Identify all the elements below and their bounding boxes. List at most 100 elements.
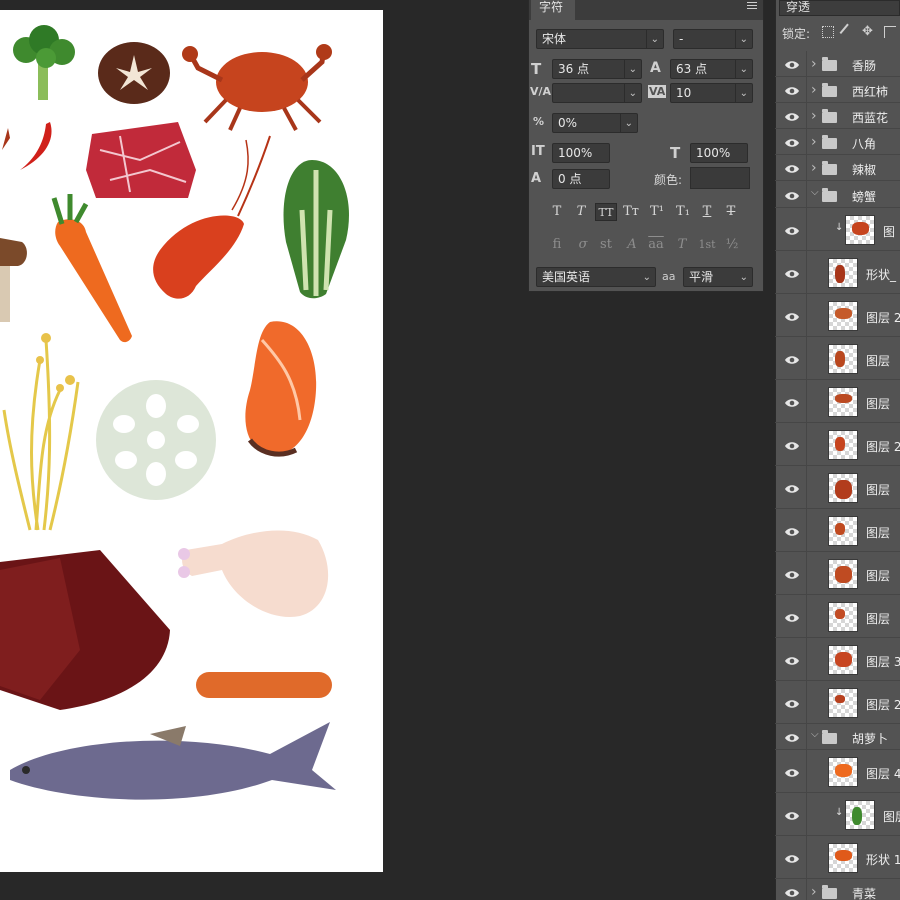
visibility-eye-icon[interactable] <box>784 354 800 364</box>
font-style-select[interactable]: - ⌄ <box>673 29 753 49</box>
visibility-eye-icon[interactable] <box>784 163 800 173</box>
antialias-select[interactable]: 平滑 ⌄ <box>683 267 753 287</box>
chevron-down-icon[interactable]: ⌵ <box>811 187 819 198</box>
visibility-eye-icon[interactable] <box>784 440 800 450</box>
layer-row[interactable]: 形状_ <box>775 251 900 294</box>
visibility-eye-icon[interactable] <box>784 111 800 121</box>
layer-group-row[interactable]: ⌵ 胡萝卜 <box>775 724 900 750</box>
visibility-eye-icon[interactable] <box>784 85 800 95</box>
layer-thumbnail[interactable] <box>828 343 858 374</box>
visibility-eye-icon[interactable] <box>784 225 800 235</box>
layer-row[interactable]: 图层 30 <box>775 638 900 681</box>
layer-row[interactable]: 图层 <box>775 552 900 595</box>
visibility-eye-icon[interactable] <box>784 767 800 777</box>
visibility-eye-icon[interactable] <box>784 526 800 536</box>
layer-thumbnail[interactable] <box>845 214 875 245</box>
titling-alternates-button[interactable]: T <box>672 236 692 254</box>
small-caps-button[interactable]: Tт <box>622 203 640 221</box>
superscript-button[interactable]: T¹ <box>648 203 666 221</box>
fractions-button[interactable]: ½ <box>722 236 742 254</box>
visibility-eye-icon[interactable] <box>784 698 800 708</box>
visibility-eye-icon[interactable] <box>784 887 800 897</box>
lock-position-icon[interactable]: ✥ <box>862 25 874 38</box>
visibility-eye-icon[interactable] <box>784 311 800 321</box>
blend-mode-select[interactable]: 穿透 <box>779 0 900 16</box>
layer-thumbnail[interactable] <box>828 300 858 331</box>
layer-row[interactable]: ↓ 图层 <box>775 793 900 836</box>
chevron-right-icon[interactable]: › <box>811 108 817 124</box>
layer-group-row[interactable]: › 八角 <box>775 129 900 155</box>
underline-button[interactable]: T <box>698 203 716 221</box>
tracking-field[interactable]: 10 ⌄ <box>670 83 753 103</box>
faux-bold-button[interactable]: T <box>548 203 566 221</box>
layer-row[interactable]: 图层 29 <box>775 681 900 724</box>
visibility-eye-icon[interactable] <box>784 655 800 665</box>
lock-transparent-icon[interactable] <box>822 26 834 38</box>
visibility-eye-icon[interactable] <box>784 810 800 820</box>
leading-field[interactable]: 63 点 ⌄ <box>670 59 753 79</box>
layer-row[interactable]: 图层 2 <box>775 294 900 337</box>
font-size-field[interactable]: 36 点 ⌄ <box>552 59 642 79</box>
layer-thumbnail[interactable] <box>828 842 858 873</box>
tsume-field[interactable]: 0% ⌄ <box>552 113 638 133</box>
layer-thumbnail[interactable] <box>828 429 858 460</box>
visibility-eye-icon[interactable] <box>784 569 800 579</box>
visibility-eye-icon[interactable] <box>784 59 800 69</box>
layer-row[interactable]: 图层 <box>775 380 900 423</box>
swash-button[interactable]: A <box>622 236 642 254</box>
visibility-eye-icon[interactable] <box>784 853 800 863</box>
ordinals-button[interactable]: 1st <box>694 236 720 254</box>
chevron-right-icon[interactable]: › <box>811 82 817 98</box>
chevron-right-icon[interactable]: › <box>811 134 817 150</box>
language-select[interactable]: 美国英语 ⌄ <box>536 267 656 287</box>
contextual-alternates-button[interactable]: st <box>596 236 616 254</box>
text-color-swatch[interactable] <box>690 167 750 189</box>
layer-thumbnail[interactable] <box>828 472 858 503</box>
layer-group-row[interactable]: ⌵ 螃蟹 <box>775 181 900 208</box>
chevron-right-icon[interactable]: › <box>811 160 817 176</box>
layer-thumbnail[interactable] <box>828 558 858 589</box>
lock-image-brush-icon[interactable] <box>839 23 857 41</box>
document-canvas[interactable] <box>0 10 383 872</box>
layer-thumbnail[interactable] <box>845 799 875 830</box>
lock-artboard-icon[interactable] <box>884 26 896 38</box>
layer-row[interactable]: 图层 <box>775 337 900 380</box>
visibility-eye-icon[interactable] <box>784 190 800 200</box>
baseline-shift-field[interactable]: 0 点 <box>552 169 610 189</box>
kerning-field[interactable]: ⌄ <box>552 83 642 103</box>
layer-group-row[interactable]: › 辣椒 <box>775 155 900 181</box>
stylistic-alternates-button[interactable]: aa <box>646 236 666 254</box>
chevron-right-icon[interactable]: › <box>811 56 817 72</box>
layer-thumbnail[interactable] <box>828 644 858 675</box>
chevron-down-icon[interactable]: ⌵ <box>811 729 819 740</box>
tab-character[interactable]: 字符 <box>531 0 575 20</box>
layer-row[interactable]: 图层 4 <box>775 750 900 793</box>
layer-thumbnail[interactable] <box>828 756 858 787</box>
visibility-eye-icon[interactable] <box>784 612 800 622</box>
horizontal-scale-field[interactable]: 100% <box>690 143 748 163</box>
layer-group-row[interactable]: › 青菜 <box>775 879 900 900</box>
discretionary-ligatures-button[interactable]: σ <box>573 236 593 254</box>
visibility-eye-icon[interactable] <box>784 137 800 147</box>
faux-italic-button[interactable]: T <box>572 203 590 221</box>
ligatures-button[interactable]: fi <box>547 236 567 254</box>
visibility-eye-icon[interactable] <box>784 397 800 407</box>
layer-thumbnail[interactable] <box>828 515 858 546</box>
layer-row[interactable]: ↓ 图 <box>775 208 900 251</box>
layer-row[interactable]: 图层 29 <box>775 423 900 466</box>
layer-group-row[interactable]: › 西蓝花 <box>775 103 900 129</box>
all-caps-button[interactable]: TT <box>595 203 617 221</box>
layer-row[interactable]: 图层 <box>775 509 900 552</box>
layer-row[interactable]: 图层 <box>775 466 900 509</box>
subscript-button[interactable]: T₁ <box>674 203 692 221</box>
layer-group-row[interactable]: › 香肠 <box>775 51 900 77</box>
layer-thumbnail[interactable] <box>828 601 858 632</box>
layer-row[interactable]: 图层 <box>775 595 900 638</box>
chevron-right-icon[interactable]: › <box>811 884 817 900</box>
layer-row[interactable]: 形状 15 <box>775 836 900 879</box>
strikethrough-button[interactable]: T <box>722 203 740 221</box>
layer-thumbnail[interactable] <box>828 257 858 288</box>
visibility-eye-icon[interactable] <box>784 732 800 742</box>
layer-thumbnail[interactable] <box>828 687 858 718</box>
visibility-eye-icon[interactable] <box>784 483 800 493</box>
